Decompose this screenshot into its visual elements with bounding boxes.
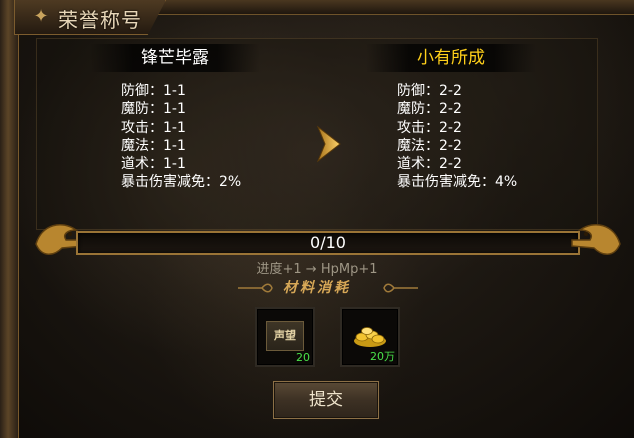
current-stat-magic-defense: 魔防：1-1: [121, 101, 186, 118]
material-slot-gold[interactable]: 20万: [340, 307, 400, 367]
next-stat-magic: 魔法：2-2: [397, 137, 462, 154]
progress-bar: 0/10: [35, 224, 621, 255]
material-count: 20万: [370, 350, 395, 363]
window-title: 荣誉称号: [58, 8, 142, 32]
current-stat-magic: 魔法：1-1: [121, 137, 186, 154]
current-stats: 防御：1-1 魔防：1-1 攻击：1-1 魔法：1-1 道术：1-1 暴击伤害减…: [121, 82, 241, 192]
current-title-name: 锋芒毕露: [90, 44, 260, 72]
honor-title-window: ✦ 荣誉称号 锋芒毕露 小有所成 防御：1-1 魔防：1-1 攻击：1-1 魔法…: [0, 0, 634, 438]
next-stat-crit-reduction: 暴击伤害减免：4%: [397, 174, 518, 191]
next-title-name: 小有所成: [366, 44, 536, 72]
next-stat-attack: 攻击：2-2: [397, 119, 462, 136]
window-left-border: [0, 0, 19, 438]
next-stat-defense: 防御：2-2: [397, 83, 462, 99]
material-count: 20: [296, 351, 310, 364]
next-stat-magic-defense: 魔防：2-2: [397, 101, 462, 118]
next-stats: 防御：2-2 魔防：2-2 攻击：2-2 魔法：2-2 道术：2-2 暴击伤害减…: [397, 82, 517, 192]
reputation-icon: 声望: [266, 321, 304, 351]
title-emblem-icon: ✦: [33, 6, 49, 27]
progress-hint: 进度+1 → HpMp+1: [256, 262, 378, 277]
ornament-right-icon: [383, 283, 418, 293]
next-stat-taoism: 道术：2-2: [397, 156, 462, 173]
current-stat-defense: 防御：1-1: [121, 83, 186, 99]
current-stat-taoism: 道术：1-1: [121, 156, 186, 173]
current-stat-attack: 攻击：1-1: [121, 119, 186, 136]
submit-button[interactable]: 提交: [273, 381, 379, 419]
progress-track: 0/10: [76, 231, 580, 255]
current-stat-crit-reduction: 暴击伤害减免：2%: [121, 174, 242, 191]
progress-text: 0/10: [310, 233, 346, 252]
gold-coins-icon: [354, 327, 386, 347]
materials-title: 材料消耗: [283, 280, 351, 296]
next-arrow-icon: [316, 125, 341, 163]
material-slot-reputation[interactable]: 声望 20: [255, 307, 315, 367]
